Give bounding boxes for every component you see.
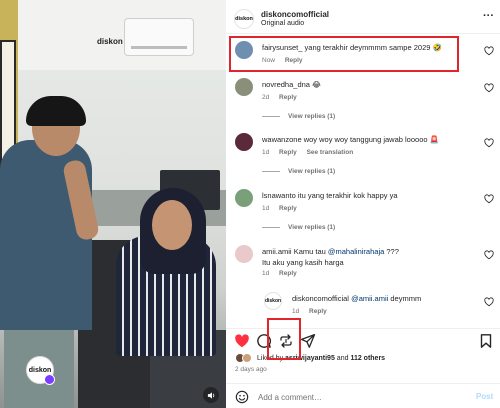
sound-toggle-button[interactable]	[203, 387, 219, 403]
comment-body: Kamu tau	[293, 247, 326, 256]
comment-meta: 1d Reply	[262, 205, 305, 212]
like-comment-icon[interactable]	[484, 46, 494, 56]
video-ceiling	[18, 0, 226, 70]
reply-button[interactable]: Reply	[279, 149, 297, 156]
comment-username[interactable]: wawanzone	[262, 135, 302, 144]
comment-body: 😂	[312, 80, 321, 89]
post-comment-button[interactable]: Post	[476, 392, 493, 401]
comment-time: 2d	[262, 94, 270, 101]
comment-avatar[interactable]	[235, 245, 253, 263]
see-translation-button[interactable]: See translation	[307, 149, 354, 156]
video-person-1-cap	[26, 96, 86, 126]
like-comment-icon[interactable]	[484, 194, 494, 204]
comment-meta: 1d Reply See translation	[262, 149, 361, 156]
comment-text: amii.amii Kamu tau @mahalinirahaja ??? I…	[262, 246, 472, 268]
comment-body: woy woy woy tanggung jawab looooo 🚨	[303, 135, 439, 144]
comment-text: wawanzone woy woy woy tanggung jawab loo…	[262, 134, 472, 145]
liked-by-row: Liked by asriwijayanti95 and 112 others	[235, 352, 385, 364]
comment-avatar[interactable]	[235, 78, 253, 96]
brand-badge-icon	[44, 374, 55, 385]
comment-body-line2: Itu aku yang kasih harga	[262, 258, 344, 267]
author-avatar-text: diskon	[235, 16, 253, 22]
reply-button[interactable]: Reply	[279, 270, 297, 277]
highlight-box-comment	[229, 36, 459, 72]
bookmark-icon[interactable]	[478, 333, 494, 349]
comment-username[interactable]: diskoncomofficial	[292, 294, 349, 303]
liked-by-others[interactable]: 112 others	[350, 355, 385, 362]
comment-meta: 1d Reply	[262, 270, 305, 277]
liked-by-avatars[interactable]	[235, 353, 253, 363]
add-comment-input[interactable]	[258, 389, 458, 405]
comment-text: novredha_dna 😂	[262, 79, 472, 90]
view-replies-button[interactable]: View replies (1)	[262, 113, 335, 120]
share-icon[interactable]	[300, 333, 316, 349]
more-options-button[interactable]: ···	[483, 10, 494, 22]
comment-username[interactable]: novredha_dna	[262, 80, 310, 89]
comment-username[interactable]: amii.amii	[262, 247, 292, 256]
reply-avatar-text: diskon	[264, 298, 282, 304]
video-wall-logo: diskon	[97, 37, 123, 46]
author-avatar[interactable]: diskon	[234, 9, 254, 29]
comment-avatar[interactable]: diskon	[264, 292, 282, 310]
comment-body: deymmm	[390, 294, 422, 303]
comment-body-end: ???	[386, 247, 399, 256]
emoji-icon[interactable]	[235, 390, 249, 404]
view-replies-button[interactable]: View replies (1)	[262, 168, 335, 175]
liked-by-and: and	[336, 354, 349, 362]
audio-label[interactable]: Original audio	[261, 20, 304, 27]
like-comment-icon[interactable]	[484, 250, 494, 260]
brand-logo-badge: diskon	[26, 356, 55, 385]
comment-text: lsnawanto itu yang terakhir kok happy ya	[262, 190, 472, 201]
liker-avatar	[242, 353, 252, 363]
highlight-box-repost	[267, 318, 301, 360]
comment-time: 1d	[262, 149, 270, 156]
view-replies-label: View replies (1)	[288, 224, 336, 231]
like-comment-icon[interactable]	[484, 83, 494, 93]
view-replies-button[interactable]: View replies (1)	[262, 224, 335, 231]
comment-avatar[interactable]	[235, 133, 253, 151]
like-comment-icon[interactable]	[484, 297, 494, 307]
reply-button[interactable]: Reply	[309, 308, 327, 315]
comment-avatar[interactable]	[235, 189, 253, 207]
post-timestamp[interactable]: 2 days ago	[235, 366, 267, 373]
reel-video[interactable]: diskon diskon	[0, 0, 226, 408]
view-replies-label: View replies (1)	[288, 168, 336, 175]
video-air-conditioner	[124, 18, 194, 56]
author-username[interactable]: diskoncomofficial	[261, 10, 329, 19]
replies-divider	[262, 227, 280, 228]
like-comment-icon[interactable]	[484, 138, 494, 148]
reply-button[interactable]: Reply	[279, 94, 297, 101]
reply-button[interactable]: Reply	[279, 205, 297, 212]
comment-time: 1d	[262, 205, 270, 212]
comment-meta: 2d Reply	[262, 94, 305, 101]
replies-divider	[262, 116, 280, 117]
brand-logo-text: diskon	[28, 366, 52, 374]
add-comment-bar: Post	[226, 383, 500, 408]
comment-meta: 1d Reply	[292, 308, 335, 315]
comment-mention[interactable]: @mahalinirahaja	[328, 247, 384, 256]
comment-body: itu yang terakhir kok happy ya	[297, 191, 398, 200]
replies-divider	[262, 171, 280, 172]
view-replies-label: View replies (1)	[288, 113, 336, 120]
comment-mention[interactable]: @amii.amii	[351, 294, 388, 303]
comment-username[interactable]: lsnawanto	[262, 191, 296, 200]
video-person-2-face	[152, 200, 192, 250]
comment-time: 1d	[262, 270, 270, 277]
post-header: diskon diskoncomofficial Original audio …	[226, 0, 500, 34]
comment-text: diskoncomofficial @amii.amii deymmm	[292, 293, 477, 304]
comment-time: 1d	[292, 308, 300, 315]
heart-filled-icon[interactable]	[234, 333, 250, 349]
speaker-icon	[207, 391, 214, 399]
